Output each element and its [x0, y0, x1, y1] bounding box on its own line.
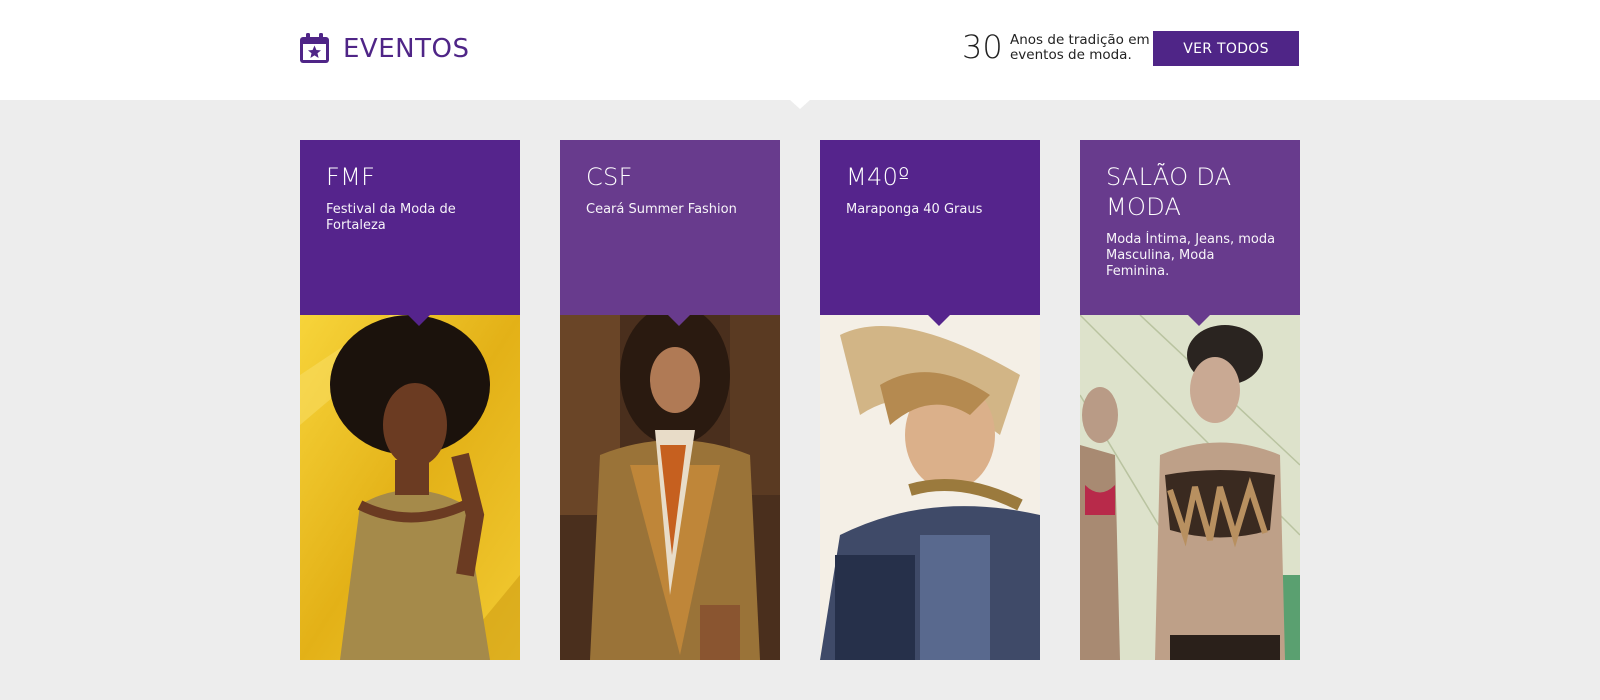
card-pointer: [668, 315, 690, 326]
event-title: M40º: [846, 163, 910, 191]
event-card-salao-da-moda[interactable]: SALÃO DA MODA Moda Íntima, Jeans, moda M…: [1080, 140, 1300, 660]
event-card-header: M40º Maraponga 40 Graus: [820, 140, 1040, 326]
event-description: Maraponga 40 Graus: [846, 202, 983, 217]
card-pointer: [408, 315, 430, 326]
event-title: SALÃO DA MODA: [1106, 163, 1232, 221]
card-pointer: [928, 315, 950, 326]
event-card-m40[interactable]: M40º Maraponga 40 Graus: [820, 140, 1040, 660]
event-card-header: FMF Festival da Moda de Fortaleza: [300, 140, 520, 326]
event-photo[interactable]: [820, 315, 1040, 660]
card-pointer: [1188, 315, 1210, 326]
section-brand: EVENTOS: [299, 33, 469, 64]
view-all-button[interactable]: VER TODOS: [1153, 31, 1299, 66]
calendar-star-icon: [299, 33, 330, 64]
event-description: Moda Íntima, Jeans, moda Masculina, Moda…: [1106, 232, 1276, 279]
event-photo[interactable]: [1080, 315, 1300, 660]
event-title: FMF: [326, 163, 376, 191]
event-description: Festival da Moda de Fortaleza: [326, 202, 456, 233]
event-photo[interactable]: [300, 315, 520, 660]
event-photo[interactable]: [560, 315, 780, 660]
event-card-header: CSF Ceará Summer Fashion: [560, 140, 780, 326]
header-bar: [0, 0, 1600, 100]
event-card-fmf[interactable]: FMF Festival da Moda de Fortaleza: [300, 140, 520, 660]
years-count: 30: [962, 28, 1003, 66]
event-card-header: SALÃO DA MODA Moda Íntima, Jeans, moda M…: [1080, 140, 1300, 326]
page-title: EVENTOS: [343, 33, 470, 64]
years-caption: Anos de tradição em eventos de moda.: [1010, 32, 1150, 63]
event-description: Ceará Summer Fashion: [586, 202, 737, 217]
event-card-csf[interactable]: CSF Ceará Summer Fashion: [560, 140, 780, 660]
event-title: CSF: [586, 163, 633, 191]
header-pointer: [790, 100, 810, 109]
